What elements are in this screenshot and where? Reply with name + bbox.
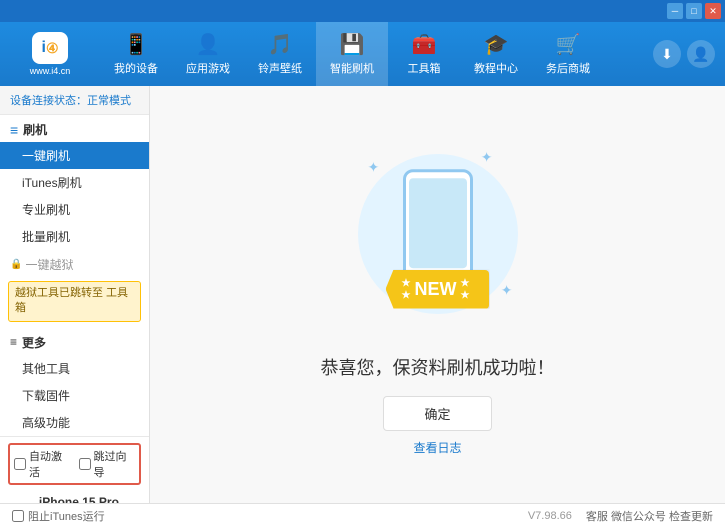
tutorial-icon: 🎓 <box>484 32 509 57</box>
smart-flash-label: 智能刷机 <box>330 60 374 76</box>
sidebar-item-advanced[interactable]: 高级功能 <box>0 409 149 436</box>
connection-status: 设备连接状态：正常模式 <box>0 86 149 115</box>
footer-right: V7.98.66 客服 微信公众号 检查更新 <box>528 508 713 524</box>
sidebar: 设备连接状态：正常模式 ≡ 刷机 一键刷机iTunes刷机专业刷机批量刷机 🔒 … <box>0 86 150 503</box>
toolbox-label: 工具箱 <box>408 60 441 76</box>
sidebar-footer: 自动激活 跳过向导 📱 iPhone 15 Pro Max 512GB iPho… <box>0 436 149 503</box>
download-button[interactable]: ⬇ <box>653 40 681 68</box>
nav-right: ⬇ 👤 <box>653 40 715 68</box>
logo-icon: i ④ <box>32 32 68 64</box>
activation-options: 自动激活 跳过向导 <box>8 443 141 485</box>
confirm-button[interactable]: 确定 <box>383 396 491 431</box>
footer-left: 阻止iTunes运行 <box>12 508 528 524</box>
badge-stars: ★ ★ <box>402 278 411 301</box>
guide-activate-item[interactable]: 跳过向导 <box>79 448 136 480</box>
new-badge: ★ ★ NEW ★ ★ <box>386 270 490 309</box>
user-button[interactable]: 👤 <box>687 40 715 68</box>
smart-flash-icon: 💾 <box>340 32 365 57</box>
logo[interactable]: i ④ www.i4.cn <box>10 32 90 76</box>
tutorial-label: 教程中心 <box>474 60 518 76</box>
log-link[interactable]: 查看日志 <box>413 439 461 456</box>
nav-item-toolbox[interactable]: 🧰 工具箱 <box>388 22 460 86</box>
badge-text: NEW <box>415 279 457 300</box>
more-section-header: ≡ 更多 <box>0 328 149 355</box>
footer: 阻止iTunes运行 V7.98.66 客服 微信公众号 检查更新 <box>0 503 725 527</box>
device-details: iPhone 15 Pro Max 512GB iPhone <box>39 495 141 503</box>
nav-item-service[interactable]: 🛒 务后商城 <box>532 22 604 86</box>
itunes-block-checkbox[interactable] <box>12 510 24 522</box>
phone-illustration: ✦ ✦ ✦ ★ ★ NEW ★ ★ <box>338 134 538 334</box>
nav-bar: 📱 我的设备 👤 应用游戏 🎵 铃声壁纸 💾 智能刷机 🧰 工具箱 🎓 教程中心… <box>100 22 653 86</box>
sparkle-3: ✦ <box>501 282 513 299</box>
nav-item-smart-flash[interactable]: 💾 智能刷机 <box>316 22 388 86</box>
titlebar: ─ □ ✕ <box>0 0 725 22</box>
badge-stars-right: ★ ★ <box>461 278 470 301</box>
app-games-label: 应用游戏 <box>186 60 230 76</box>
header: i ④ www.i4.cn 📱 我的设备 👤 应用游戏 🎵 铃声壁纸 💾 智能刷… <box>0 22 725 86</box>
device-name: iPhone 15 Pro Max <box>39 495 141 503</box>
flash-section-header: ≡ 刷机 <box>0 115 149 142</box>
device-info: 📱 iPhone 15 Pro Max 512GB iPhone <box>8 491 141 503</box>
my-device-icon: 📱 <box>124 32 149 57</box>
footer-link-2[interactable]: 检查更新 <box>669 511 713 523</box>
ringtone-label: 铃声壁纸 <box>258 60 302 76</box>
main-layout: 设备连接状态：正常模式 ≡ 刷机 一键刷机iTunes刷机专业刷机批量刷机 🔒 … <box>0 86 725 503</box>
warning-box: 越狱工具已跳转至 工具箱 <box>8 281 141 322</box>
sidebar-item-other-tools[interactable]: 其他工具 <box>0 355 149 382</box>
app-games-icon: 👤 <box>196 32 221 57</box>
sparkle-2: ✦ <box>481 149 493 166</box>
maximize-button[interactable]: □ <box>686 3 702 19</box>
footer-links: 客服 微信公众号 检查更新 <box>586 508 713 524</box>
minimize-button[interactable]: ─ <box>667 3 683 19</box>
main-content: ✦ ✦ ✦ ★ ★ NEW ★ ★ 恭喜您，保资料刷机成功啦！ 确定 <box>150 86 725 503</box>
service-icon: 🛒 <box>556 32 581 57</box>
success-message: 恭喜您，保资料刷机成功啦！ <box>321 354 555 380</box>
nav-item-tutorial[interactable]: 🎓 教程中心 <box>460 22 532 86</box>
ringtone-icon: 🎵 <box>268 32 293 57</box>
more-icon: ≡ <box>10 335 17 349</box>
logo-url: www.i4.cn <box>30 66 71 76</box>
nav-item-ringtone[interactable]: 🎵 铃声壁纸 <box>244 22 316 86</box>
nav-item-my-device[interactable]: 📱 我的设备 <box>100 22 172 86</box>
close-button[interactable]: ✕ <box>705 3 721 19</box>
service-label: 务后商城 <box>546 60 590 76</box>
sparkle-1: ✦ <box>368 159 380 176</box>
auto-activate-item[interactable]: 自动激活 <box>14 448 71 480</box>
sidebar-item-download-firmware[interactable]: 下载固件 <box>0 382 149 409</box>
lock-icon: 🔒 <box>10 259 22 270</box>
version-label: V7.98.66 <box>528 510 572 522</box>
auto-activate-checkbox[interactable] <box>14 458 26 470</box>
itunes-label: 阻止iTunes运行 <box>28 508 105 524</box>
footer-link-1[interactable]: 微信公众号 <box>611 511 666 523</box>
sidebar-item-batch-flash[interactable]: 批量刷机 <box>0 223 149 250</box>
disabled-section-header: 🔒 一键越狱 <box>0 250 149 277</box>
sidebar-item-pro-flash[interactable]: 专业刷机 <box>0 196 149 223</box>
sidebar-item-one-key-flash[interactable]: 一键刷机 <box>0 142 149 169</box>
my-device-label: 我的设备 <box>114 60 158 76</box>
phone-screen <box>409 178 467 268</box>
nav-item-app-games[interactable]: 👤 应用游戏 <box>172 22 244 86</box>
toolbox-icon: 🧰 <box>412 32 437 57</box>
sidebar-item-itunes-flash[interactable]: iTunes刷机 <box>0 169 149 196</box>
flash-icon: ≡ <box>10 122 18 138</box>
guide-activate-checkbox[interactable] <box>79 458 91 470</box>
footer-link-0[interactable]: 客服 <box>586 511 608 523</box>
